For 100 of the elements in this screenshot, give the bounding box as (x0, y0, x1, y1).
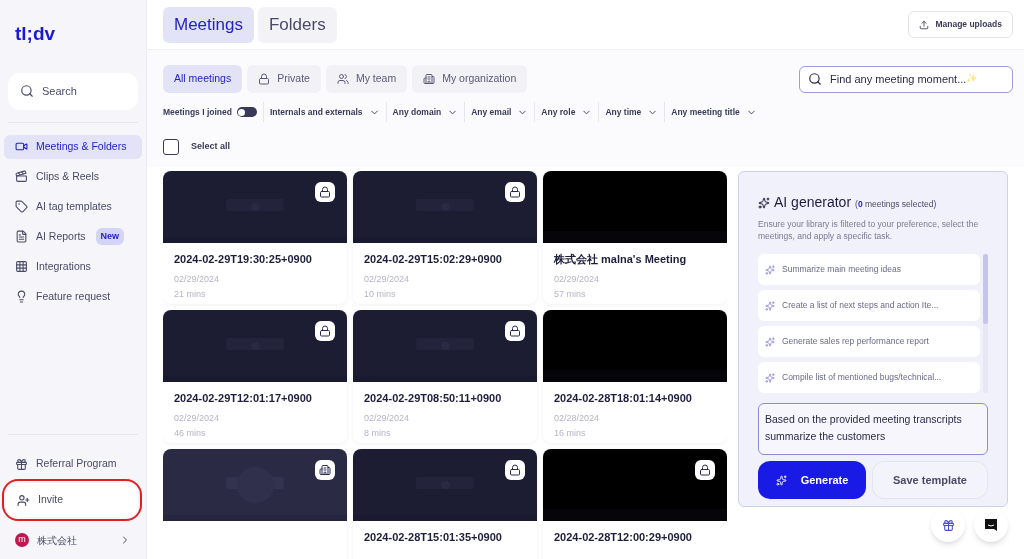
meeting-duration: 10 mins (364, 288, 397, 301)
lock-icon (315, 321, 335, 341)
save-template-button[interactable]: Save template (872, 461, 988, 499)
sidebar-item[interactable]: AI Reports New (4, 224, 142, 249)
meeting-title: 2024-02-29T08:50:11+0900 (364, 391, 503, 406)
generate-button[interactable]: Generate (758, 461, 866, 499)
panel-description: Ensure your library is filtered to your preference, select the meetings, and apply a specific task. (758, 218, 980, 242)
checkbox[interactable] (163, 139, 179, 155)
search-field[interactable]: Find any meeting moment...✨ (799, 65, 1013, 93)
sidebar-item[interactable]: Meetings & Folders (4, 134, 142, 159)
logo[interactable]: tl;dv (15, 20, 142, 49)
video-icon (15, 140, 28, 153)
filter-dropdown[interactable]: Any email (471, 105, 529, 119)
meeting-card[interactable]: 2024-02-29T08:50:11+0900 02/29/2024 8 mins (353, 310, 537, 443)
sparkle-icon (765, 372, 775, 383)
meeting-title: 2024-02-28T15:01:35+0900 (364, 530, 503, 545)
meeting-card[interactable]: 2024-02-29T19:30:25+0900 02/29/2024 21 mins (163, 171, 347, 304)
tab[interactable]: Meetings (163, 6, 254, 43)
meeting-card[interactable]: 2024-02-29T15:02:29+0900 02/29/2024 10 mins (353, 171, 537, 304)
meeting-title: 2024-02-29T12:01:17+0900 (174, 391, 313, 406)
tab[interactable]: Folders (258, 6, 337, 43)
manage-uploads-button[interactable]: Manage uploads (908, 11, 1013, 38)
meeting-date: 02/28/2024 (554, 411, 601, 425)
meeting-duration: 57 mins (554, 288, 587, 301)
prompt-text-area[interactable]: Based on the provided meeting transcripts summarize the customers (758, 403, 988, 455)
sidebar-item[interactable]: Integrations (4, 254, 142, 279)
prompt-option[interactable]: Generate sales rep performance report (758, 326, 980, 357)
tag-icon (15, 200, 28, 213)
meeting-card[interactable]: 2024-02-28T15:01:35+0900 (353, 449, 537, 559)
filter-dropdown[interactable]: Any domain (392, 105, 459, 119)
filter-tab[interactable]: Private (247, 65, 321, 93)
lightbulb-icon (15, 290, 28, 303)
sparkle-icon (765, 264, 775, 275)
search-button[interactable]: Search (8, 72, 138, 110)
meeting-card[interactable]: 株式会社 malna's Meeting 02/29/2024 57 mins (543, 171, 727, 304)
building-icon (315, 460, 335, 480)
gift-icon (15, 457, 28, 471)
filter-tab[interactable]: My organization (412, 65, 528, 93)
grid-icon (15, 260, 28, 273)
meeting-date: 02/29/2024 (554, 272, 601, 286)
account-menu[interactable]: m 株式会社 (4, 521, 142, 559)
filter-dropdown[interactable]: Internals and externals (269, 105, 380, 119)
search-icon (808, 72, 822, 86)
meeting-date: 02/29/2024 (364, 411, 411, 425)
clapperboard-icon (15, 170, 28, 183)
filter-dropdown[interactable]: Any meeting title (671, 105, 757, 119)
prompt-option[interactable]: Create a list of next steps and action Ite... (758, 290, 980, 321)
new-badge: New (95, 227, 125, 246)
avatar: m (15, 533, 29, 547)
prompt-option[interactable]: Summarize main meeting ideas (758, 254, 980, 285)
lock-icon (315, 182, 335, 202)
lock-icon (505, 182, 525, 202)
meeting-duration: 46 mins (174, 427, 207, 440)
search-placeholder: Find any meeting moment... (830, 71, 967, 87)
select-all-label: Select all (191, 140, 231, 154)
prompt-text: Based on the provided meeting transcripts summarize the customers (765, 412, 963, 444)
meeting-title: 株式会社 malna's Meeting (554, 252, 688, 267)
document-icon (15, 230, 28, 243)
upload-icon (919, 19, 930, 30)
sidebar-item[interactable]: Feature request (4, 284, 142, 309)
panel-title: AI generator (774, 193, 852, 212)
sparkle-icon (765, 300, 775, 311)
meeting-date: 02/29/2024 (174, 411, 221, 425)
lock-icon (695, 460, 715, 480)
people-icon (336, 73, 349, 85)
sparkle-icon: ✨ (966, 72, 978, 86)
lock-icon (505, 321, 525, 341)
toggle-label: Meetings I joined (163, 105, 232, 119)
meeting-card[interactable]: 2024-02-28T12:00:29+0900 (543, 449, 727, 559)
chat-icon (984, 518, 998, 532)
meeting-duration: 8 mins (364, 427, 392, 440)
search-icon (20, 84, 34, 98)
meeting-title: 2024-02-28T18:01:14+0900 (554, 391, 693, 406)
filter-dropdown[interactable]: Any time (605, 105, 659, 119)
filter-tab[interactable]: All meetings (163, 65, 243, 93)
meeting-duration: 16 mins (554, 427, 587, 440)
prompt-option[interactable]: Compile list of mentioned bugs/technical... (758, 362, 980, 393)
meeting-title: 2024-02-29T19:30:25+0900 (174, 252, 313, 267)
sidebar-item[interactable]: AI tag templates (4, 194, 142, 219)
chat-button[interactable] (974, 508, 1008, 542)
filter-tab[interactable]: My team (325, 65, 408, 93)
meeting-title: 2024-02-29T15:02:29+0900 (364, 252, 503, 267)
sidebar-item[interactable]: Referral Program (4, 447, 142, 481)
meeting-card[interactable]: 2024-02-29T12:01:17+0900 02/29/2024 46 mins (163, 310, 347, 443)
gift-icon (941, 518, 955, 532)
meeting-title: 2024-02-28T12:00:29+0900 (554, 530, 693, 545)
add-user-icon (17, 493, 30, 507)
meeting-date: 02/29/2024 (174, 272, 221, 286)
meeting-card[interactable] (163, 449, 347, 559)
sidebar-item[interactable]: Clips & Reels (4, 164, 142, 189)
sparkle-icon (758, 196, 770, 209)
toggle-switch[interactable] (236, 107, 257, 117)
gift-button[interactable] (931, 508, 965, 542)
sparkle-icon (765, 336, 775, 347)
lock-icon (258, 73, 271, 85)
meeting-card[interactable]: 2024-02-28T18:01:14+0900 02/28/2024 16 mins (543, 310, 727, 443)
sparkle-icon (775, 474, 787, 486)
selection-count: (0 meetings selected) (855, 198, 937, 211)
lock-icon (505, 460, 525, 480)
filter-dropdown[interactable]: Any role (541, 105, 593, 119)
